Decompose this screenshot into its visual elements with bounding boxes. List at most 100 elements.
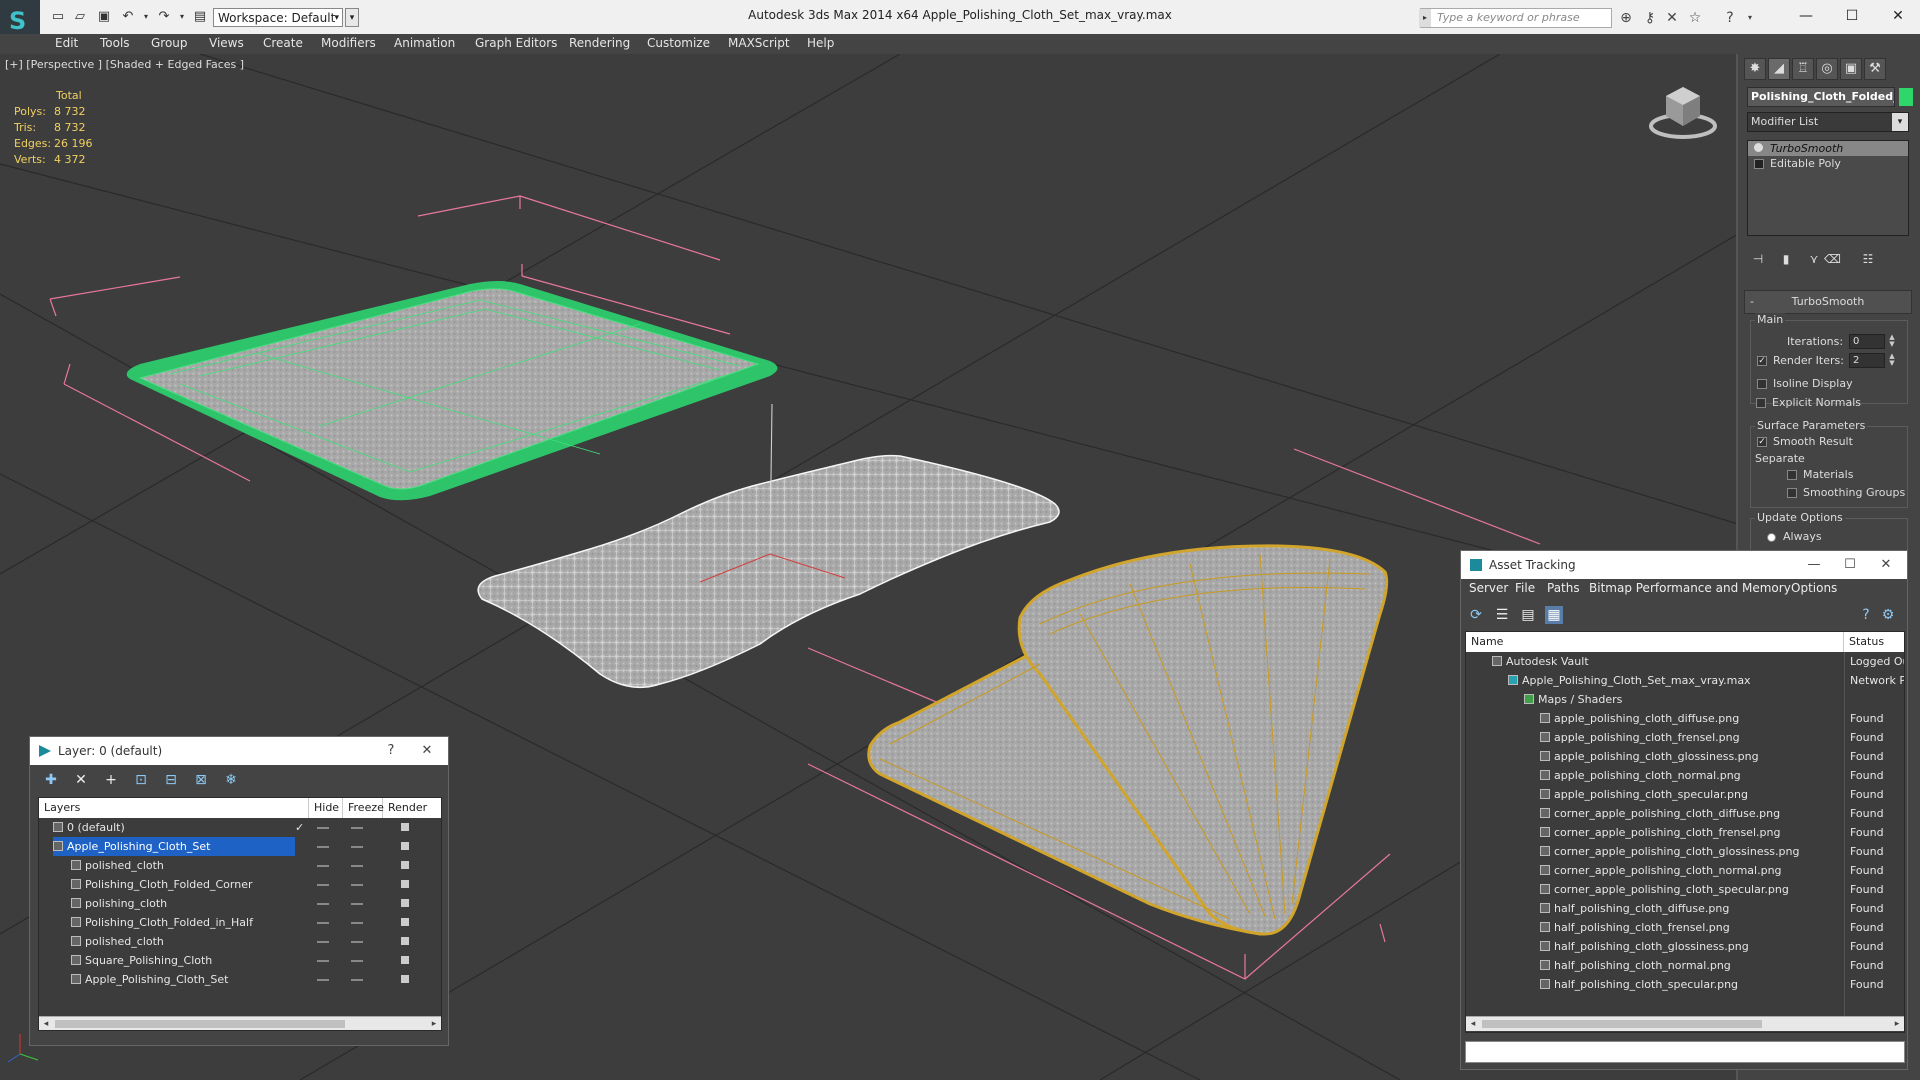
modify-tab-icon[interactable]: ◢ [1768, 58, 1790, 80]
freeze-toggle[interactable] [351, 941, 363, 943]
freeze-toggle[interactable] [351, 865, 363, 867]
asset-row[interactable]: corner_apple_polishing_cloth_frensel.png… [1466, 823, 1904, 842]
create-tab-icon[interactable]: ✸ [1744, 58, 1766, 80]
asset-row[interactable]: corner_apple_polishing_cloth_normal.png F… [1466, 861, 1904, 880]
smoothing-groups-checkbox[interactable] [1787, 488, 1797, 498]
make-unique-icon[interactable]: ⋎ [1806, 252, 1822, 268]
menu-tools[interactable]: Tools [100, 36, 130, 50]
search-input[interactable]: ▸ Type a keyword or phrase [1419, 8, 1612, 28]
refresh-icon[interactable]: ⟳ [1467, 606, 1485, 624]
render-iters-spinner-arrows[interactable]: ▲ ▼ [1887, 353, 1897, 368]
configure-modifier-sets-icon[interactable]: ☷ [1860, 252, 1876, 268]
hide-toggle[interactable] [317, 865, 329, 867]
undo-icon[interactable]: ↶ [120, 9, 136, 25]
always-radio[interactable] [1767, 533, 1776, 542]
iterations-spinner-arrows[interactable]: ▲ ▼ [1887, 334, 1897, 349]
hide-toggle[interactable] [317, 922, 329, 924]
render-toggle-icon[interactable] [401, 880, 409, 888]
list-view-icon[interactable]: ☰ [1493, 606, 1511, 624]
stack-item-editable-poly[interactable]: Editable Poly [1748, 156, 1908, 171]
col-freeze[interactable]: Freeze [343, 798, 384, 818]
layer-row[interactable]: polished_cloth [39, 856, 441, 875]
hide-toggle[interactable] [317, 827, 329, 829]
menu-rendering[interactable]: Rendering [569, 36, 630, 50]
utilities-tab-icon[interactable]: ⚒ [1864, 58, 1886, 80]
asset-menu-bitmap[interactable]: Bitmap Performance and Memory [1589, 581, 1791, 595]
select-objects-icon[interactable]: ⊡ [132, 771, 150, 789]
layer-row[interactable]: Polishing_Cloth_Folded_Corner [39, 875, 441, 894]
layer-row[interactable]: 0 (default) ✓ [39, 818, 441, 837]
hide-all-layers-icon[interactable]: ⊠ [192, 771, 210, 789]
menu-modifiers[interactable]: Modifiers [321, 36, 376, 50]
turbosmooth-rollout-header[interactable]: - TurboSmooth [1744, 290, 1912, 314]
col-layers[interactable]: Layers [39, 798, 309, 818]
isoline-display-checkbox[interactable] [1757, 379, 1767, 389]
stack-item-turbosmooth[interactable]: TurboSmooth [1748, 141, 1908, 156]
scroll-right-icon[interactable]: ▸ [427, 1017, 441, 1030]
asset-row[interactable]: apple_polishing_cloth_normal.png Found [1466, 766, 1904, 785]
scroll-thumb[interactable] [1482, 1020, 1762, 1028]
object-name-field[interactable]: Polishing_Cloth_Folded_i [1747, 87, 1895, 107]
show-end-result-icon[interactable]: ▮ [1778, 252, 1794, 268]
highlight-layer-icon[interactable]: ⊟ [162, 771, 180, 789]
render-toggle-icon[interactable] [401, 823, 409, 831]
hierarchy-tab-icon[interactable]: ♖ [1792, 58, 1814, 80]
layer-row[interactable]: Apple_Polishing_Cloth_Set [39, 837, 441, 856]
redo-icon[interactable]: ↷ [156, 9, 172, 25]
freeze-toggle[interactable] [351, 979, 363, 981]
asset-row[interactable]: half_polishing_cloth_glossiness.png Found [1466, 937, 1904, 956]
asset-row[interactable]: Autodesk Vault Logged Ou [1466, 652, 1904, 671]
layer-window-titlebar[interactable]: Layer: 0 (default) ? ✕ [30, 737, 448, 765]
help-icon[interactable]: ? [1722, 10, 1738, 26]
asset-minimize-button[interactable]: — [1797, 551, 1831, 579]
asset-window-titlebar[interactable]: Asset Tracking — ☐ ✕ [1461, 551, 1907, 579]
asset-maximize-button[interactable]: ☐ [1833, 551, 1867, 579]
col-status[interactable]: Status [1844, 632, 1904, 652]
object-color-swatch[interactable] [1899, 88, 1913, 106]
layer-row[interactable]: polishing_cloth [39, 894, 441, 913]
render-iters-checkbox[interactable]: ✓ [1757, 356, 1767, 366]
menu-animation[interactable]: Animation [394, 36, 455, 50]
menu-help[interactable]: Help [807, 36, 834, 50]
display-tab-icon[interactable]: ▣ [1840, 58, 1862, 80]
delete-layer-icon[interactable]: ✕ [72, 771, 90, 789]
scroll-left-icon[interactable]: ◂ [39, 1017, 53, 1030]
pin-stack-icon[interactable]: ⊣ [1750, 252, 1766, 268]
menu-maxscript[interactable]: MAXScript [728, 36, 790, 50]
asset-close-button[interactable]: ✕ [1869, 551, 1903, 579]
asset-row[interactable]: apple_polishing_cloth_frensel.png Found [1466, 728, 1904, 747]
lightbulb-icon[interactable] [1754, 143, 1763, 152]
asset-menu-server[interactable]: Server [1469, 581, 1508, 595]
project-folder-icon[interactable]: ▤ [192, 9, 208, 25]
asset-row[interactable]: apple_polishing_cloth_specular.png Found [1466, 785, 1904, 804]
hide-toggle[interactable] [317, 846, 329, 848]
create-layer-icon[interactable]: ✚ [42, 771, 60, 789]
menu-graph-editors[interactable]: Graph Editors [475, 36, 557, 50]
col-render[interactable]: Render [383, 798, 441, 818]
scroll-thumb[interactable] [55, 1020, 345, 1028]
menu-create[interactable]: Create [263, 36, 303, 50]
explicit-normals-checkbox[interactable] [1756, 398, 1766, 408]
hide-toggle[interactable] [317, 903, 329, 905]
layer-row[interactable]: Square_Polishing_Cloth [39, 951, 441, 970]
viewport-label[interactable]: [+] [Perspective ] [Shaded + Edged Faces… [5, 58, 244, 71]
layer-horizontal-scrollbar[interactable]: ◂ ▸ [39, 1016, 441, 1030]
table-view-icon[interactable]: ▦ [1545, 606, 1563, 624]
viewcube[interactable] [1649, 87, 1717, 139]
search-expand-icon[interactable]: ▸ [1419, 9, 1431, 27]
layer-row[interactable]: Polishing_Cloth_Folded_in_Half [39, 913, 441, 932]
render-iters-spinner[interactable]: 2 [1849, 353, 1885, 368]
col-hide[interactable]: Hide [309, 798, 343, 818]
hide-toggle[interactable] [317, 884, 329, 886]
render-toggle-icon[interactable] [401, 937, 409, 945]
quick-access-dropdown[interactable]: ▾ [345, 8, 359, 27]
layer-close-button[interactable]: ✕ [410, 737, 444, 765]
asset-row[interactable]: apple_polishing_cloth_glossiness.png Foun… [1466, 747, 1904, 766]
asset-path-field[interactable] [1465, 1041, 1905, 1063]
remove-modifier-icon[interactable]: ⌫ [1824, 252, 1841, 268]
menu-views[interactable]: Views [209, 36, 244, 50]
menu-edit[interactable]: Edit [55, 36, 78, 50]
asset-row[interactable]: corner_apple_polishing_cloth_specular.pn… [1466, 880, 1904, 899]
star-icon[interactable]: ☆ [1687, 10, 1703, 26]
workspace-selector[interactable]: Workspace: Default ▾ [213, 8, 343, 27]
